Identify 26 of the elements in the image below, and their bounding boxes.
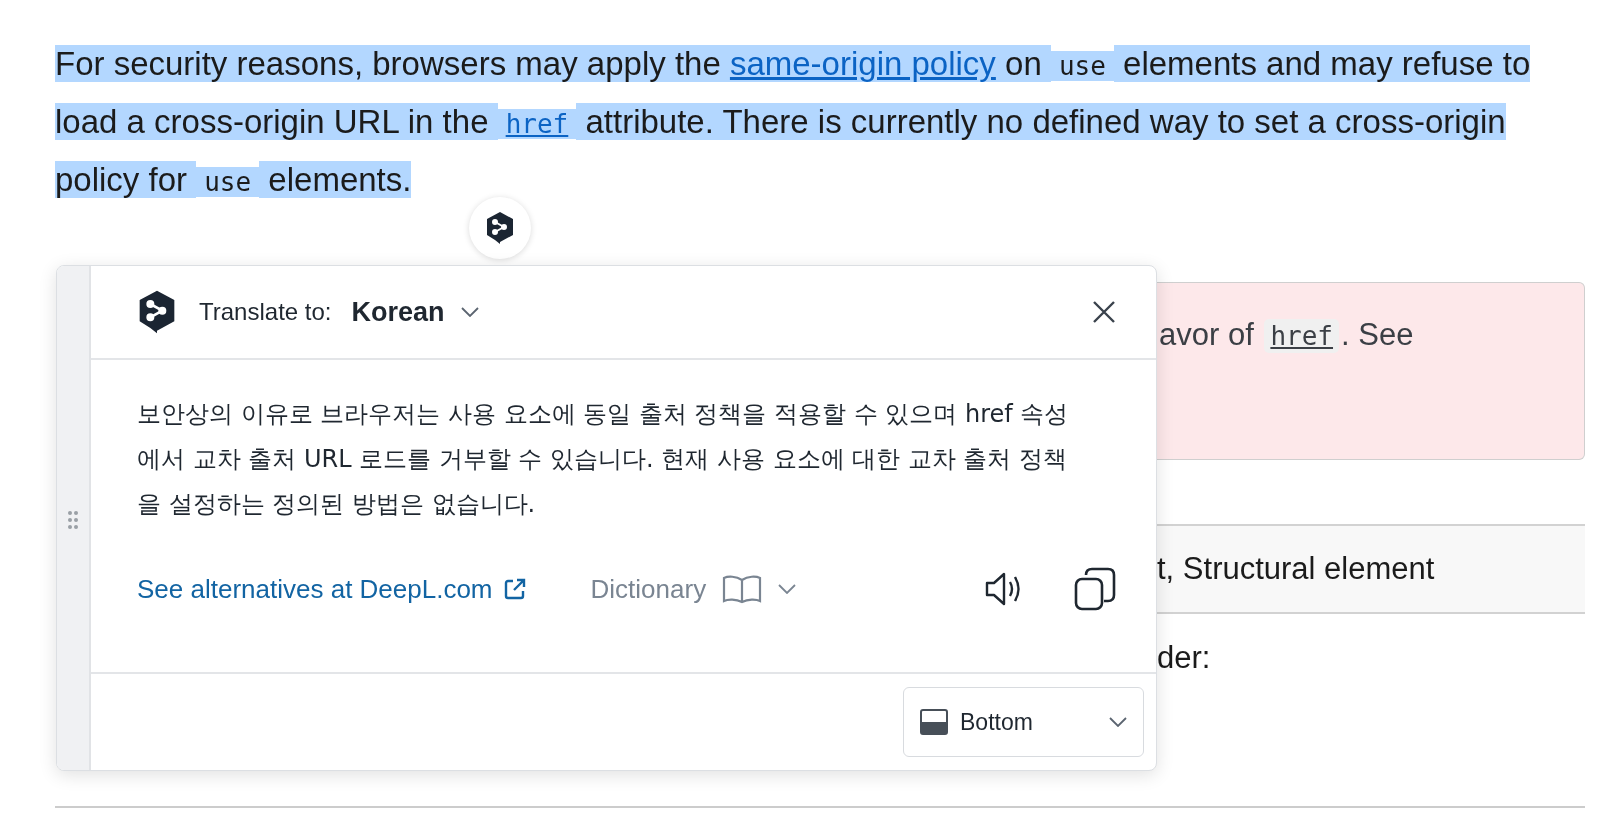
drag-handle[interactable] xyxy=(57,266,91,770)
translate-badge[interactable] xyxy=(469,197,531,259)
inline-link[interactable]: same-origin policy xyxy=(729,45,996,82)
alternatives-link[interactable]: See alternatives at DeepL.com xyxy=(137,573,527,605)
code-link[interactable]: href xyxy=(497,109,577,139)
chevron-icon xyxy=(1109,717,1127,727)
position-select[interactable]: Bottom xyxy=(903,687,1144,757)
note-text: avor of href . See xyxy=(1159,317,1414,352)
book-icon xyxy=(722,574,763,604)
close-button[interactable] xyxy=(1092,300,1116,324)
body-text: der: xyxy=(1157,640,1212,676)
language-select[interactable]: Korean xyxy=(351,296,479,328)
chevron-icon xyxy=(778,584,797,594)
logo-icon xyxy=(137,289,177,335)
translate-label: Translate to: xyxy=(199,298,332,326)
copy-icon[interactable] xyxy=(1074,567,1116,611)
dictionary-button[interactable]: Dictionary xyxy=(590,573,797,605)
paragraph: For security reasons, browsers may apply the same-origin policy on use elements and may refuse to load a cross-origin URL in the href attribute. There is currently no defined way to set a cross-origin policy for use elements. xyxy=(55,44,1532,200)
inline-code: use xyxy=(196,167,260,197)
panel-bottom-icon xyxy=(920,709,948,735)
inline-code: href xyxy=(1264,319,1339,353)
chevron-icon xyxy=(460,307,479,317)
external-link-icon xyxy=(502,577,527,601)
table-cell: t, Structural element xyxy=(1157,551,1435,587)
translation-text: 보안상의 이유로 브라우저는 사용 요소에 동일 출처 정책을 적용할 수 있으며 href 속성에서 교차 출처 URL 로드를 거부할 수 있습니다. 현재 사용 요소에 대한 교차 출처 정책을 설정하는 정의된 방법은 없습니다. xyxy=(137,399,1070,520)
inline-code: use xyxy=(1050,51,1114,81)
